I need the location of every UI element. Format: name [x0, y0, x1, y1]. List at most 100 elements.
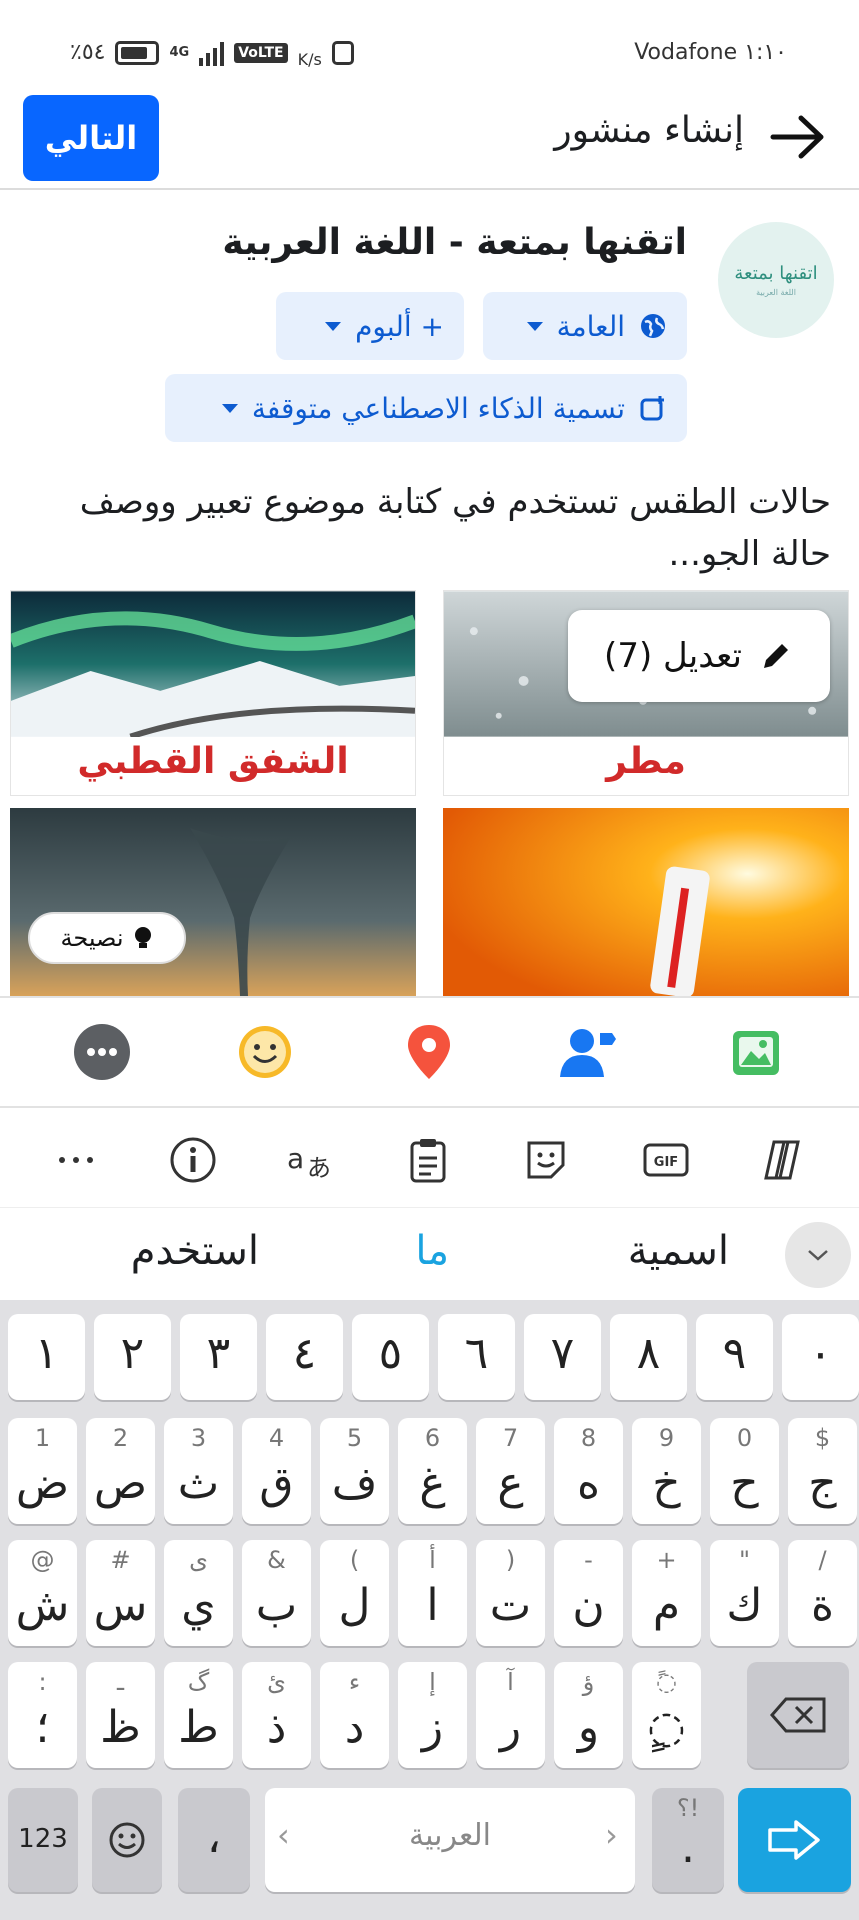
- image-tile-heat[interactable]: [443, 808, 849, 996]
- emoji-key[interactable]: [92, 1788, 162, 1892]
- album-selector[interactable]: + ألبوم: [276, 292, 464, 360]
- tag-people-action[interactable]: [556, 1020, 620, 1084]
- key-letter[interactable]: 0ح: [710, 1418, 779, 1524]
- key-letter[interactable]: ىي: [164, 1540, 233, 1646]
- feeling-action[interactable]: [233, 1020, 297, 1084]
- key-label: ف: [331, 1458, 378, 1509]
- battery-icon: [115, 40, 160, 65]
- audience-selector[interactable]: العامة: [483, 292, 687, 360]
- key-letter[interactable]: 5ف: [320, 1418, 389, 1524]
- location-action[interactable]: [397, 1020, 461, 1084]
- key-label: ؛: [35, 1702, 50, 1753]
- key-letter[interactable]: گط: [164, 1662, 233, 1768]
- ai-tag-icon: [640, 396, 664, 421]
- key-letter[interactable]: ـظ: [86, 1662, 155, 1768]
- edit-images-button[interactable]: تعديل (7): [568, 610, 830, 702]
- heat-photo: [443, 808, 849, 996]
- info-icon[interactable]: [167, 1134, 219, 1186]
- aurora-caption: الشفق القطبي: [77, 741, 349, 782]
- copilot-icon[interactable]: [756, 1134, 808, 1186]
- key-letter[interactable]: 6غ: [398, 1418, 467, 1524]
- key-letter[interactable]: آر: [476, 1662, 545, 1768]
- tornado-photo: [10, 808, 416, 996]
- key-digit[interactable]: ٥: [352, 1314, 429, 1400]
- next-button[interactable]: التالي: [23, 95, 159, 181]
- tip-button[interactable]: نصيحة: [28, 912, 186, 964]
- key-letter[interactable]: 9خ: [632, 1418, 701, 1524]
- key-hint: ": [738, 1546, 751, 1574]
- key-letter[interactable]: # س: [86, 1540, 155, 1646]
- punctuation-key[interactable]: ؟!.: [652, 1788, 724, 1892]
- key-letter[interactable]: ؤو: [554, 1662, 623, 1768]
- gif-icon[interactable]: GIF: [640, 1134, 692, 1186]
- sticker-icon[interactable]: [520, 1134, 572, 1186]
- suggestion-item[interactable]: ما: [415, 1228, 449, 1274]
- suggestion-item[interactable]: استخدم: [131, 1228, 259, 1274]
- ai-label: تسمية الذكاء الاصطناعي متوقفة: [251, 391, 625, 425]
- key-letter[interactable]: (ل: [320, 1540, 389, 1646]
- key-letter[interactable]: ئذ: [242, 1662, 311, 1768]
- image-tile-aurora[interactable]: الشفق القطبي: [10, 590, 416, 796]
- key-label: 123: [18, 1824, 68, 1854]
- ai-label-selector[interactable]: تسمية الذكاء الاصطناعي متوقفة: [165, 374, 687, 442]
- back-arrow-icon[interactable]: [767, 112, 827, 162]
- key-letter[interactable]: & ب: [242, 1540, 311, 1646]
- key-label: ز: [421, 1702, 444, 1753]
- key-label: ش: [15, 1580, 70, 1631]
- key-digit[interactable]: ٢: [94, 1314, 171, 1400]
- key-letter[interactable]: 4ق: [242, 1418, 311, 1524]
- photo-action[interactable]: [724, 1020, 788, 1084]
- key-letter[interactable]: : ؛: [8, 1662, 77, 1768]
- avatar-subtext: اللغة العربية: [756, 288, 796, 297]
- toolbar-more-icon[interactable]: [50, 1134, 102, 1186]
- key-letter[interactable]: 3ث: [164, 1418, 233, 1524]
- key-letter[interactable]: / ة: [788, 1540, 857, 1646]
- backspace-key[interactable]: [747, 1662, 849, 1768]
- key-letter[interactable]: ) ت: [476, 1540, 545, 1646]
- key-letter[interactable]: إز: [398, 1662, 467, 1768]
- key-hint: &: [267, 1546, 286, 1574]
- key-digit[interactable]: ٧: [524, 1314, 601, 1400]
- rain-caption: مطر: [606, 741, 686, 782]
- translate-icon[interactable]: aあ: [285, 1134, 337, 1186]
- comma-key[interactable]: ،: [178, 1788, 250, 1892]
- clipboard-icon[interactable]: [402, 1134, 454, 1186]
- more-action[interactable]: [70, 1020, 134, 1084]
- key-digit[interactable]: ٦: [438, 1314, 515, 1400]
- key-digit[interactable]: ٣: [180, 1314, 257, 1400]
- key-letter[interactable]: + م: [632, 1540, 701, 1646]
- space-key[interactable]: العربية ‹ ›: [265, 1788, 635, 1892]
- key-letter[interactable]: $ ج: [788, 1418, 857, 1524]
- key-letter[interactable]: " ك: [710, 1540, 779, 1646]
- key-digit[interactable]: ٤: [266, 1314, 343, 1400]
- collapse-suggestions-button[interactable]: [785, 1222, 851, 1288]
- key-digit[interactable]: ١: [8, 1314, 85, 1400]
- key-hint: آ: [507, 1668, 514, 1696]
- key-digit[interactable]: ٠: [782, 1314, 859, 1400]
- key-label: ٣: [206, 1328, 231, 1379]
- key-digit[interactable]: ٩: [696, 1314, 773, 1400]
- key-letter[interactable]: 7ع: [476, 1418, 545, 1524]
- aurora-photo: [11, 591, 415, 737]
- key-letter[interactable]: -ن: [554, 1540, 623, 1646]
- key-letter[interactable]: 8ه: [554, 1418, 623, 1524]
- numbers-mode-key[interactable]: 123: [8, 1788, 78, 1892]
- key-letter[interactable]: 1ض: [8, 1418, 77, 1524]
- image-tile-tornado[interactable]: [10, 808, 416, 996]
- key-letter[interactable]: ◌ً ◌ٍ: [632, 1662, 701, 1768]
- caret-down-icon: [325, 321, 342, 331]
- key-label: ن: [572, 1580, 605, 1631]
- key-label: ة: [810, 1580, 835, 1631]
- suggestion-item[interactable]: اسمية: [628, 1228, 729, 1274]
- key-digit[interactable]: ٨: [610, 1314, 687, 1400]
- enter-key[interactable]: [738, 1788, 851, 1892]
- signal-icon: [199, 40, 225, 66]
- avatar[interactable]: اتقنها بمتعة اللغة العربية: [718, 222, 834, 338]
- key-label: ٨: [636, 1328, 661, 1379]
- key-letter[interactable]: 2ص: [86, 1418, 155, 1524]
- key-label: ض: [15, 1458, 70, 1509]
- post-text[interactable]: حالات الطقس تستخدم في كتابة موضوع تعبير …: [31, 476, 831, 580]
- key-letter[interactable]: أا: [398, 1540, 467, 1646]
- key-letter[interactable]: @ ش: [8, 1540, 77, 1646]
- key-letter[interactable]: ءد: [320, 1662, 389, 1768]
